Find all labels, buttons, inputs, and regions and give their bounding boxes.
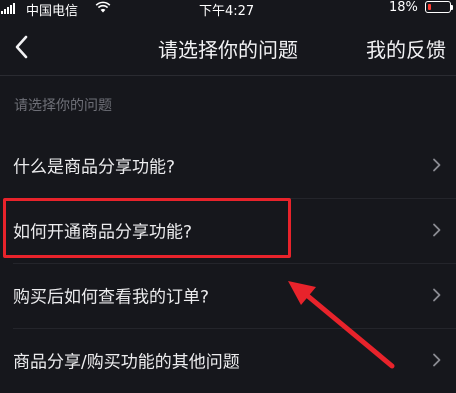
wifi-icon [95, 1, 111, 17]
question-item-how-to-enable[interactable]: 如何开通商品分享功能? [0, 197, 456, 263]
battery-tip [451, 5, 453, 10]
chevron-right-icon [433, 288, 441, 302]
question-label: 什么是商品分享功能? [13, 157, 176, 178]
nav-divider [0, 75, 456, 76]
chevron-right-icon [433, 223, 441, 237]
section-header: 请选择你的问题 [14, 98, 112, 114]
status-time: 下午4:27 [199, 4, 255, 19]
back-button[interactable] [6, 30, 38, 64]
nav-bar: 请选择你的问题 我的反馈 [0, 18, 456, 76]
question-item-other[interactable]: 商品分享/购买功能的其他问题 [0, 327, 456, 393]
my-feedback-button[interactable]: 我的反馈 [366, 34, 446, 63]
question-label: 购买后如何查看我的订单? [13, 287, 210, 308]
chevron-right-icon [433, 353, 441, 367]
chevron-left-icon [15, 35, 28, 59]
question-item-view-orders[interactable]: 购买后如何查看我的订单? [0, 262, 456, 328]
chevron-right-icon [433, 158, 441, 172]
question-label: 如何开通商品分享功能? [13, 222, 193, 243]
battery-level [428, 4, 431, 10]
question-label: 商品分享/购买功能的其他问题 [13, 352, 240, 373]
battery-percentage: 18% [389, 0, 418, 15]
carrier-name: 中国电信 [26, 4, 79, 19]
battery-icon [425, 1, 451, 13]
status-bar: 中国电信 下午4:27 18% [0, 0, 456, 19]
question-item-what-is-sharing[interactable]: 什么是商品分享功能? [0, 132, 456, 198]
signal-strength-icon [1, 2, 15, 14]
